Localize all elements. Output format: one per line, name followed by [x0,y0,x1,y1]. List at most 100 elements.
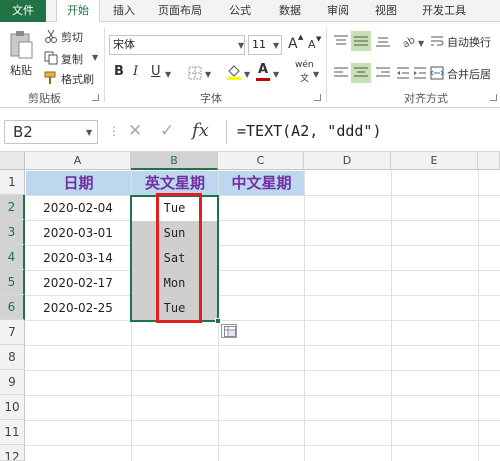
column-header-partial[interactable] [478,152,500,170]
header-cell-english-weekday[interactable]: 英文星期 [132,171,218,195]
cell-date[interactable]: 2020-03-01 [25,221,131,246]
clipboard-launcher-icon[interactable] [92,94,99,101]
phonetic-dropdown-icon[interactable]: ▼ [313,70,319,79]
increase-font-size-arrow-icon: ▲ [298,33,304,41]
cell-date[interactable]: 2020-02-25 [25,296,131,321]
row-header-1[interactable]: 1 [0,170,25,195]
phonetic-char-icon: 文 [300,74,310,84]
border-dropdown-icon[interactable]: ▼ [205,70,211,79]
row-header-10[interactable]: 10 [0,395,25,420]
decrease-indent-icon[interactable] [396,66,410,80]
cancel-icon[interactable]: ✕ [128,121,142,141]
font-color-button[interactable]: A [258,62,268,77]
font-size-dropdown-icon[interactable]: ▼ [273,41,279,50]
align-top-icon[interactable] [333,34,349,48]
format-painter-icon [44,71,56,84]
column-header-b[interactable]: B [131,152,218,170]
tab-review[interactable]: 审阅 [320,0,356,22]
increase-indent-icon[interactable] [413,66,427,80]
header-cell-date[interactable]: 日期 [26,171,131,195]
header-cell-chinese-weekday[interactable]: 中文星期 [219,171,304,195]
tab-home[interactable]: 开始 [56,0,100,23]
svg-text:ab: ab [401,35,417,49]
tab-insert[interactable]: 插入 [104,0,144,22]
cell-date[interactable]: 2020-03-14 [25,246,131,271]
gridline [304,170,305,461]
row-header-9[interactable]: 9 [0,370,25,395]
column-header-e[interactable]: E [391,152,478,170]
font-color-dropdown-icon[interactable]: ▼ [273,70,279,79]
column-header-c[interactable]: C [218,152,304,170]
font-name-select[interactable]: 宋体 [109,35,245,55]
align-center-button[interactable] [351,63,371,83]
insert-function-icon[interactable]: fx [192,120,209,141]
orientation-icon[interactable]: ab [401,33,417,49]
cell-date[interactable]: 2020-02-04 [25,196,131,221]
alignment-launcher-icon[interactable] [490,94,497,101]
border-icon[interactable] [188,66,202,80]
row-header-12[interactable]: 12 [0,445,25,461]
font-launcher-icon[interactable] [314,94,321,101]
bold-button[interactable]: B [114,64,124,79]
cut-button[interactable]: 剪切 [44,28,104,44]
row-header-7[interactable]: 7 [0,320,25,345]
align-left-icon[interactable] [333,66,349,80]
formula-input[interactable]: =TEXT(A2, "ddd") [226,120,500,144]
phonetic-guide-button[interactable]: wén [295,60,314,70]
paste-label: 粘贴 [10,64,32,77]
group-divider [104,28,105,102]
gridline [391,170,392,461]
column-header-a[interactable]: A [25,152,131,170]
wrap-text-label: 自动换行 [447,36,491,49]
tab-file[interactable]: 文件 [0,0,46,22]
copy-button[interactable]: 复制 ▼ [44,50,104,66]
tab-view[interactable]: 视图 [368,0,404,22]
row-header-4[interactable]: 4 [0,245,25,270]
paste-icon [10,31,33,59]
align-right-icon[interactable] [375,66,391,80]
column-header-d[interactable]: D [304,152,391,170]
row-header-3[interactable]: 3 [0,220,25,245]
align-bottom-icon[interactable] [375,34,391,48]
increase-font-size-button[interactable]: A [288,36,298,52]
tab-data[interactable]: 数据 [272,0,308,22]
underline-button[interactable]: U [151,64,161,79]
align-middle-button[interactable] [351,31,371,51]
row-header-8[interactable]: 8 [0,345,25,370]
font-color-bar [256,78,270,81]
cell-date[interactable]: 2020-02-17 [25,271,131,296]
row-header-11[interactable]: 11 [0,420,25,445]
font-size-value: 11 [252,38,266,51]
merge-center-button[interactable]: 合并后居 [430,65,500,83]
format-painter-label: 格式刷 [61,73,94,86]
fill-color-icon[interactable] [226,63,242,81]
format-painter-button[interactable]: 格式刷 [44,70,104,86]
italic-button[interactable]: I [133,64,138,79]
select-all-corner[interactable] [0,152,25,170]
tab-page-layout[interactable]: 页面布局 [150,0,210,22]
decrease-font-size-arrow-icon: ▼ [316,35,322,43]
enter-icon[interactable]: ✓ [160,121,174,141]
decrease-font-size-button[interactable]: A [308,38,316,51]
row-header-5[interactable]: 5 [0,270,25,295]
fill-color-dropdown-icon[interactable]: ▼ [244,70,250,79]
ribbon: 粘贴 剪切 复制 ▼ 格式刷 剪贴板 宋体 ▼ 11 ▼ A ▲ A ▼ B I… [0,22,500,108]
font-name-value: 宋体 [113,38,135,51]
row-header-6[interactable]: 6 [0,295,25,320]
quick-analysis-button[interactable] [221,324,237,338]
wrap-text-button[interactable]: 自动换行 [430,33,500,51]
copy-dropdown-icon[interactable]: ▼ [92,53,98,62]
tab-developer[interactable]: 开发工具 [414,0,474,22]
underline-dropdown-icon[interactable]: ▼ [165,70,171,79]
cut-label: 剪切 [61,31,83,44]
font-name-dropdown-icon[interactable]: ▼ [238,41,244,50]
clipboard-group-label: 剪贴板 [28,92,61,105]
paste-button[interactable]: 粘贴 [6,28,36,82]
gridline [25,370,500,371]
name-box[interactable]: B2 [4,120,98,144]
orientation-dropdown-icon[interactable]: ▼ [418,39,424,48]
tab-formulas[interactable]: 公式 [222,0,258,22]
name-box-dropdown-icon[interactable]: ▼ [86,128,92,137]
formula-bar-grip-icon: ⋮ [108,124,120,138]
row-header-2[interactable]: 2 [0,195,25,220]
